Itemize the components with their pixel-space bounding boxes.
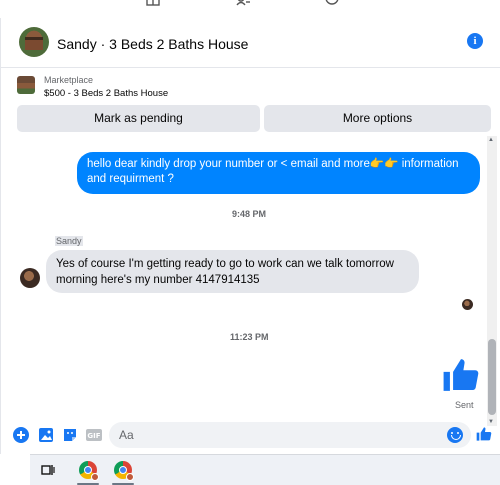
listing-avatar[interactable] xyxy=(19,27,49,57)
like-icon[interactable] xyxy=(476,426,492,442)
chat-panel: Sandy · 3 Beds 2 Baths House i Marketpla… xyxy=(0,18,500,454)
chrome-icon[interactable] xyxy=(114,461,134,481)
message-list: hello dear kindly drop your number or < … xyxy=(1,136,500,426)
info-icon[interactable]: i xyxy=(467,33,483,49)
scrollbar-thumb[interactable] xyxy=(488,339,496,415)
emoji-icon[interactable] xyxy=(447,427,463,443)
seen-indicator-avatar xyxy=(462,299,473,310)
sender-name: Sandy xyxy=(55,236,83,246)
outgoing-message[interactable]: hello dear kindly drop your number or < … xyxy=(77,152,480,194)
scrollbar[interactable]: ▲ ▼ xyxy=(487,136,497,426)
profile-badge xyxy=(91,473,99,481)
plus-circle-icon[interactable] xyxy=(13,427,29,443)
taskbar xyxy=(0,454,500,485)
like-icon[interactable] xyxy=(442,356,480,394)
sticker-icon[interactable] xyxy=(62,427,78,443)
incoming-message[interactable]: Yes of course I'm getting ready to go to… xyxy=(46,250,419,293)
message-composer: GIF xyxy=(1,418,500,450)
marketplace-label: Marketplace xyxy=(44,75,94,85)
top-bar xyxy=(0,0,500,18)
profile-icon[interactable] xyxy=(325,0,339,6)
listing-thumbnail[interactable] xyxy=(17,76,35,94)
timestamp: 9:48 PM xyxy=(232,209,267,219)
timestamp: 11:23 PM xyxy=(230,332,269,342)
photo-icon[interactable] xyxy=(38,427,54,443)
more-options-button[interactable]: More options xyxy=(264,105,491,132)
message-status: Sent xyxy=(455,400,474,410)
grid-icon[interactable] xyxy=(146,0,160,6)
message-input-box[interactable] xyxy=(109,422,471,448)
sender-avatar[interactable] xyxy=(20,268,40,288)
people-icon[interactable] xyxy=(236,0,250,6)
listing-price-title[interactable]: $500 - 3 Beds 2 Baths House xyxy=(44,88,168,99)
chrome-icon[interactable] xyxy=(79,461,99,481)
chat-title[interactable]: Sandy · 3 Beds 2 Baths House xyxy=(57,36,248,52)
app-root: Sandy · 3 Beds 2 Baths House i Marketpla… xyxy=(0,0,500,485)
scroll-up-arrow-icon[interactable]: ▲ xyxy=(488,137,494,143)
mark-as-pending-button[interactable]: Mark as pending xyxy=(17,105,260,132)
chat-header: Sandy · 3 Beds 2 Baths House i xyxy=(1,18,500,68)
task-view-icon[interactable] xyxy=(41,463,55,477)
svg-text:GIF: GIF xyxy=(87,432,100,440)
gif-icon[interactable]: GIF xyxy=(86,427,102,443)
profile-badge xyxy=(126,473,134,481)
marketplace-listing: Marketplace $500 - 3 Beds 2 Baths House … xyxy=(1,68,500,134)
message-input[interactable] xyxy=(119,426,439,444)
